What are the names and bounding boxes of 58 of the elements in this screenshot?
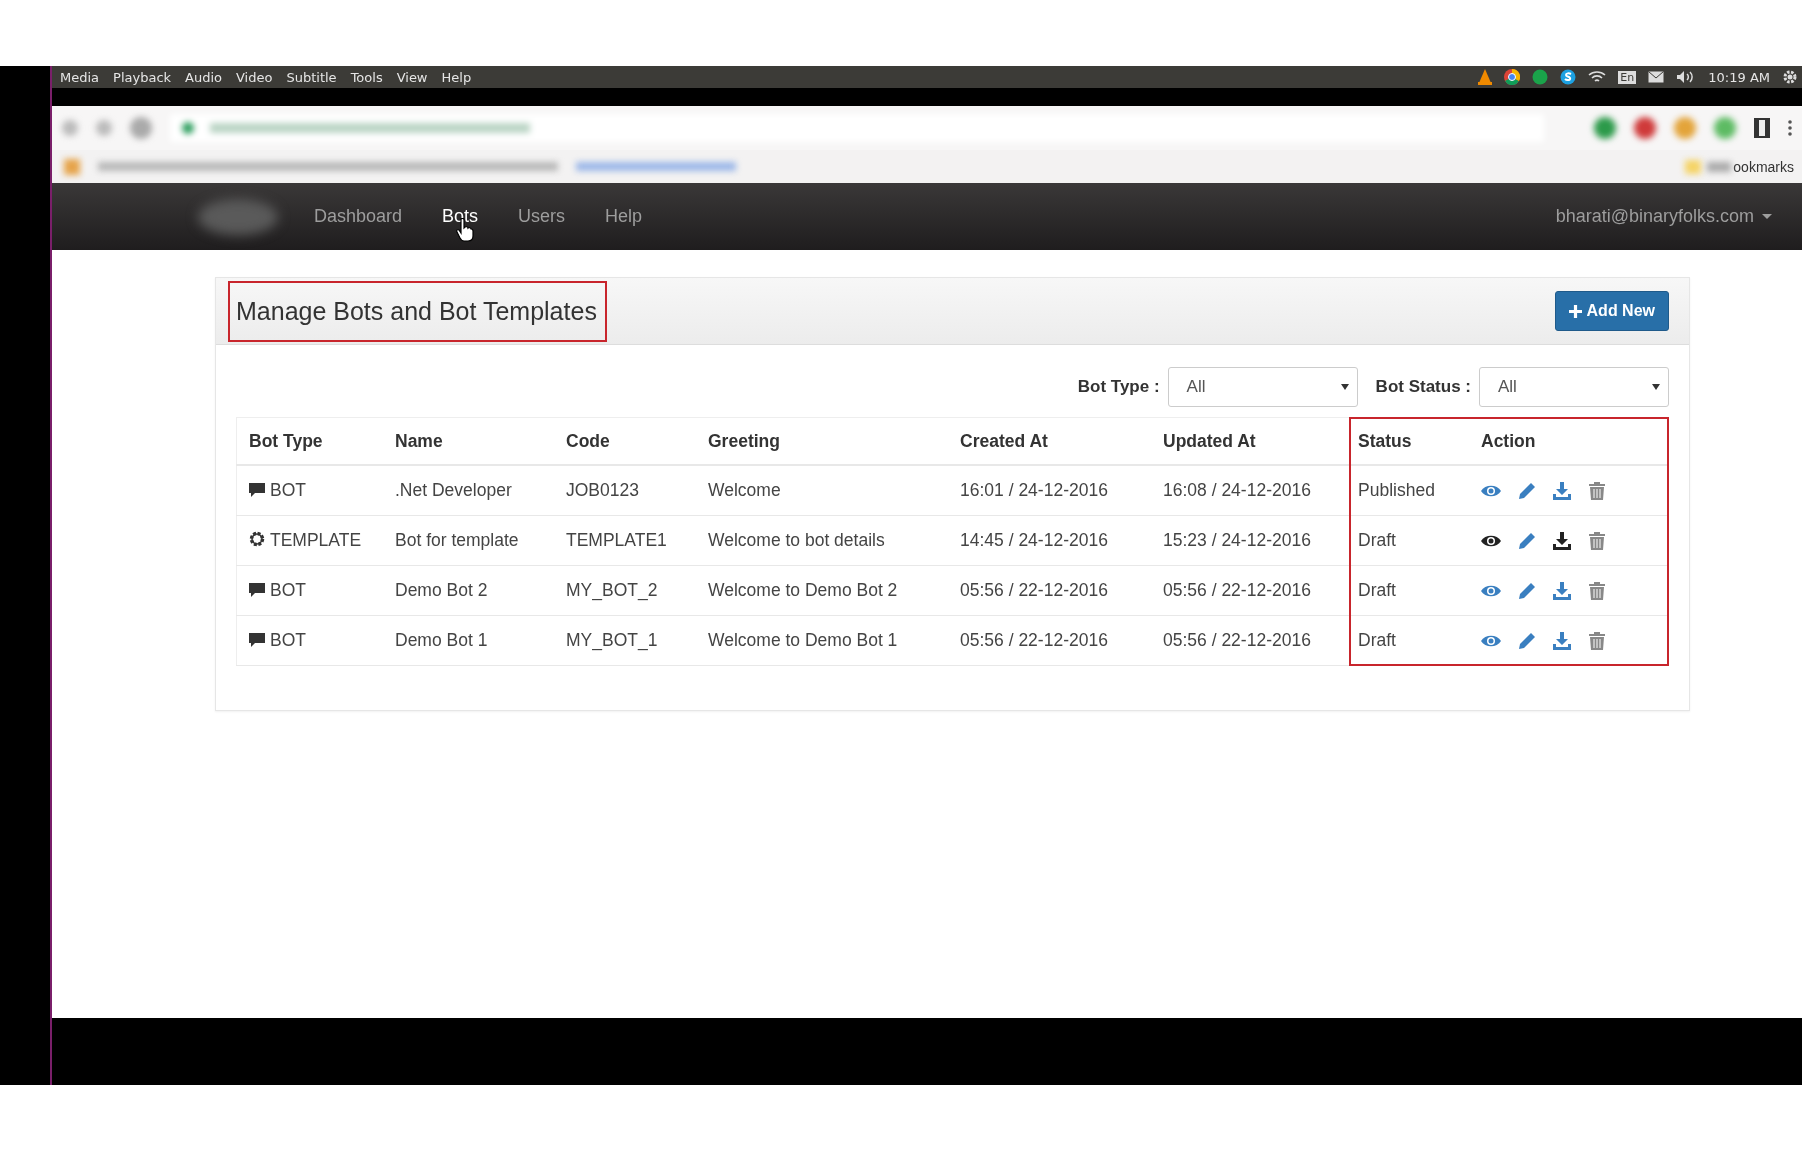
column-header: Updated At bbox=[1151, 417, 1346, 465]
updated-cell: 15:23 / 24-12-2016 bbox=[1151, 515, 1346, 566]
page-title: Manage Bots and Bot Templates bbox=[228, 280, 607, 342]
column-header: Status bbox=[1346, 417, 1469, 465]
code-cell: JOB0123 bbox=[554, 465, 696, 516]
created-cell: 05:56 / 22-12-2016 bbox=[948, 615, 1151, 666]
menu-item[interactable]: Audio bbox=[185, 69, 222, 85]
filter-label: Bot Type : bbox=[1077, 377, 1160, 397]
nav-link[interactable]: Help bbox=[605, 206, 643, 227]
status-cell: Draft bbox=[1346, 515, 1469, 566]
menu-item[interactable]: View bbox=[396, 69, 428, 85]
bot-type-cell: TEMPLATE bbox=[236, 515, 383, 566]
column-header: Greeting bbox=[696, 417, 948, 465]
created-cell: 14:45 / 24-12-2016 bbox=[948, 515, 1151, 566]
menu-item[interactable]: Video bbox=[236, 69, 273, 85]
code-cell: MY_BOT_1 bbox=[554, 615, 696, 666]
menu-item[interactable]: Tools bbox=[350, 69, 383, 85]
keyboard-indicator[interactable]: En bbox=[1618, 70, 1637, 84]
status-cell: Draft bbox=[1346, 615, 1469, 666]
add-new-button[interactable]: Add New bbox=[1554, 291, 1669, 331]
menu-item[interactable]: Help bbox=[441, 69, 472, 85]
name-cell: Demo Bot 1 bbox=[383, 615, 554, 666]
nav-link[interactable]: Users bbox=[518, 206, 566, 227]
filter-select[interactable]: All bbox=[1479, 367, 1669, 407]
menu-item[interactable]: Playback bbox=[113, 69, 172, 85]
clock-time[interactable]: 10:19 AM bbox=[1708, 69, 1770, 85]
status-cell: Published bbox=[1346, 465, 1469, 516]
column-header: Action bbox=[1469, 417, 1669, 465]
status-cell: Draft bbox=[1346, 565, 1469, 616]
created-cell: 16:01 / 24-12-2016 bbox=[948, 465, 1151, 516]
menu-item[interactable]: Subtitle bbox=[286, 69, 337, 85]
updated-cell: 05:56 / 22-12-2016 bbox=[1151, 565, 1346, 616]
bot-type-cell: BOT bbox=[236, 615, 383, 666]
column-header: Bot Type bbox=[236, 417, 383, 465]
bot-type-cell: BOT bbox=[236, 565, 383, 616]
name-cell: Bot for template bbox=[383, 515, 554, 566]
updated-cell: 05:56 / 22-12-2016 bbox=[1151, 615, 1346, 666]
other-bookmarks-label[interactable]: ookmarks bbox=[1733, 158, 1794, 175]
nav-link[interactable]: Bots bbox=[442, 206, 479, 227]
column-header: Created At bbox=[948, 417, 1151, 465]
menu-item[interactable]: Media bbox=[60, 69, 100, 85]
created-cell: 05:56 / 22-12-2016 bbox=[948, 565, 1151, 616]
filter-label: Bot Status : bbox=[1375, 377, 1471, 397]
name-cell: .Net Developer bbox=[383, 465, 554, 516]
nav-link[interactable]: Dashboard bbox=[314, 206, 403, 227]
bot-type-cell: BOT bbox=[236, 465, 383, 516]
column-header: Name bbox=[383, 417, 554, 465]
column-header: Code bbox=[554, 417, 696, 465]
name-cell: Demo Bot 2 bbox=[383, 565, 554, 616]
greeting-cell: Welcome bbox=[696, 465, 948, 516]
code-cell: TEMPLATE1 bbox=[554, 515, 696, 566]
code-cell: MY_BOT_2 bbox=[554, 565, 696, 616]
updated-cell: 16:08 / 24-12-2016 bbox=[1151, 465, 1346, 516]
filter-select[interactable]: All bbox=[1167, 367, 1358, 407]
greeting-cell: Welcome to Demo Bot 1 bbox=[696, 615, 948, 666]
greeting-cell: Welcome to bot details bbox=[696, 515, 948, 566]
greeting-cell: Welcome to Demo Bot 2 bbox=[696, 565, 948, 616]
user-menu[interactable]: bharati@binaryfolks.com bbox=[1555, 206, 1772, 227]
